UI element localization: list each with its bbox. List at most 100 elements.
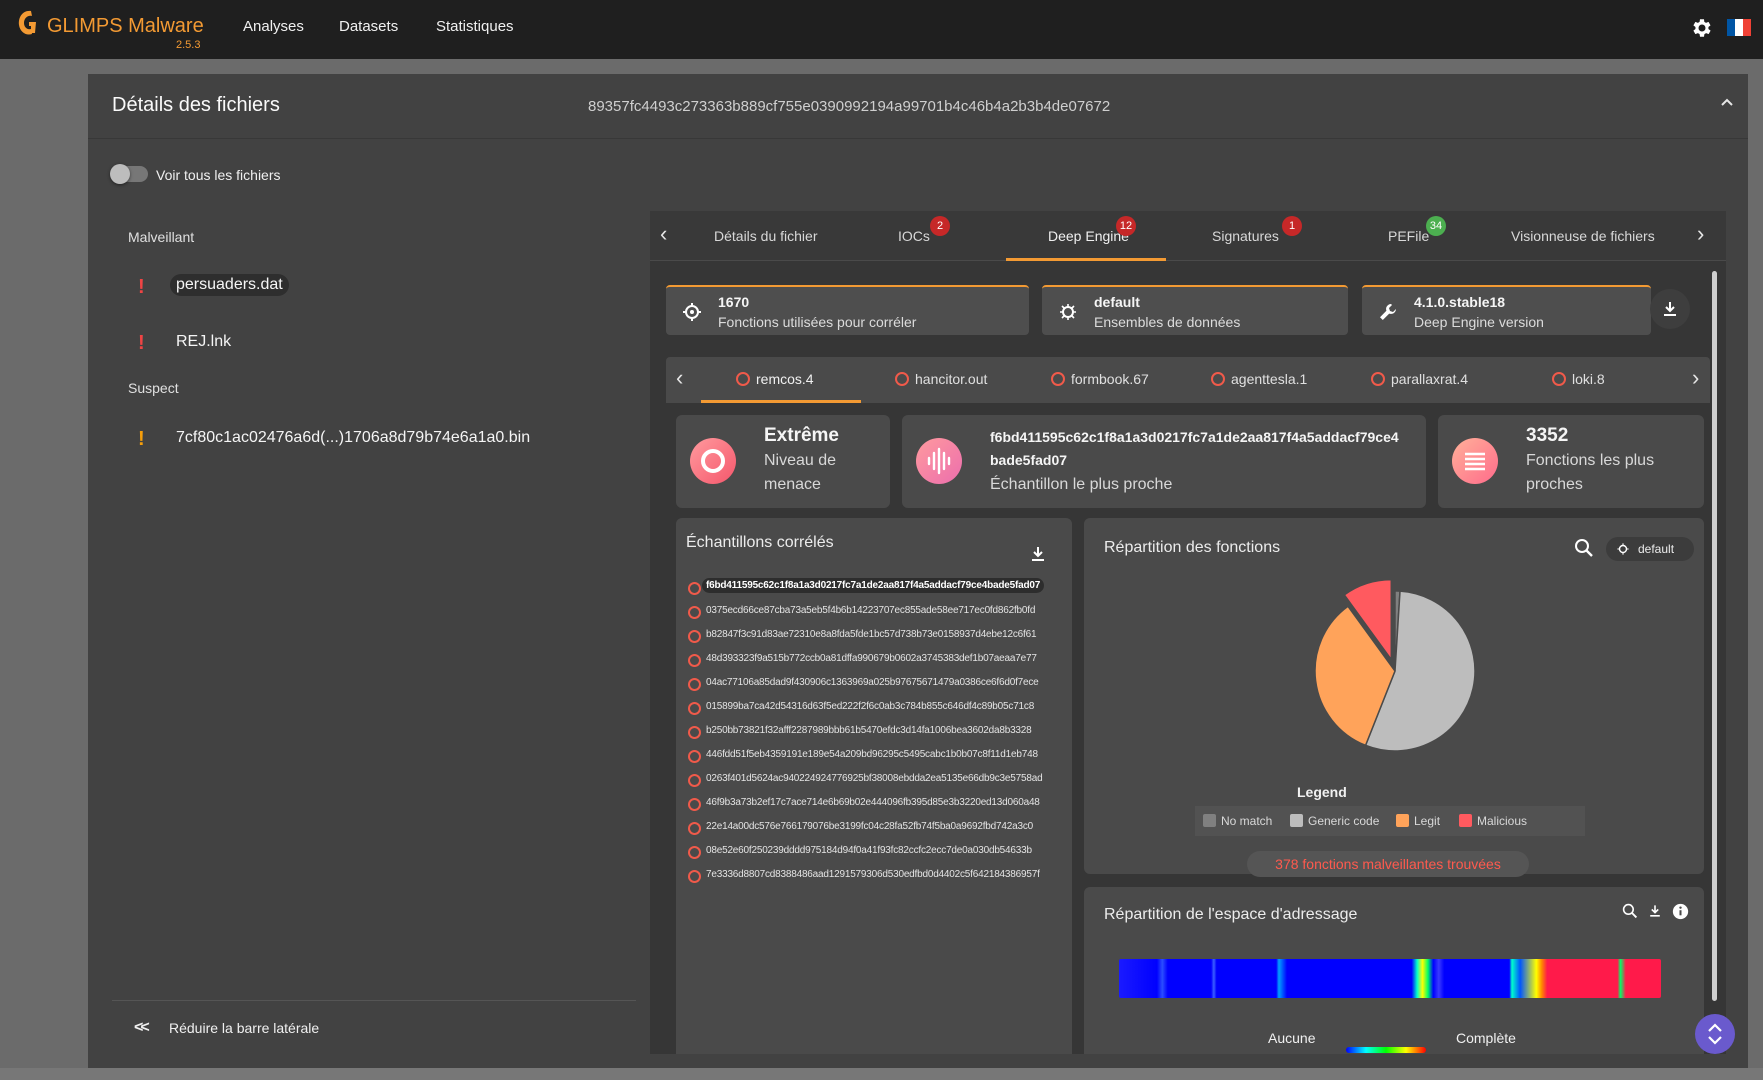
scale-label-none: Aucune [1268,1030,1316,1046]
download-report-button[interactable] [1650,289,1690,329]
page-background-strip [0,1068,1763,1080]
section-malicious-label: Malveillant [128,229,195,245]
family-tab[interactable]: formbook.67 [1051,371,1149,387]
family-prev-arrow-icon[interactable]: ‹ [676,365,683,391]
show-all-files-toggle[interactable] [110,164,148,184]
sample-hash: 0263f401d5624ac940224924776925bf38008ebd… [706,773,1043,784]
sample-hash: 46f9b3a73b2ef17c7ace714e6b69b02e444096fb… [706,797,1040,808]
correlated-sample-row[interactable]: b82847f3c91d83ae72310e8a8fda5fde1bc57d73… [686,625,1056,647]
family-label: loki.8 [1572,371,1605,387]
correlated-sample-row[interactable]: 22e14a00dc576e766179076be3199fc04c28fa52… [686,817,1056,839]
closest-functions-label-1: Fonctions les plus [1526,452,1655,469]
scroll-fab-button[interactable] [1695,1014,1735,1054]
correlated-sample-row[interactable]: f6bd411595c62c1f8a1a3d0217fc7a1de2aa817f… [686,577,1056,599]
tab-bar: ‹ Détails du fichier IOCs 2 Deep Engine … [650,211,1726,261]
dataset-icon [1060,304,1076,320]
sample-hash: 08e52e60f250239dddd975184d94f0a41f93fc82… [706,845,1032,856]
file-item[interactable]: ! persuaders.dat [128,274,528,302]
malicious-functions-chip[interactable]: 378 fonctions malveillantes trouvées [1247,851,1529,877]
sample-ring-icon [688,846,701,859]
legend-item-no-match[interactable]: No match [1203,814,1272,828]
info-icon[interactable] [1672,903,1689,920]
danger-icon: ! [138,276,145,298]
file-item[interactable]: ! REJ.lnk [128,330,528,358]
chevron-up-down-icon [1708,1023,1722,1045]
correlated-sample-row[interactable]: 0263f401d5624ac940224924776925bf38008ebd… [686,769,1056,791]
family-ring-icon [1371,372,1385,386]
closest-sample-hash-2[interactable]: bade5fad07 [990,452,1067,468]
tab-file-details[interactable]: Détails du fichier [714,228,818,244]
chevron-up-icon[interactable] [1718,94,1736,112]
address-space-heatmap[interactable] [1119,959,1661,998]
info-label: Fonctions utilisées pour corréler [718,314,917,330]
crosshair-icon [683,303,701,321]
sample-hash: b82847f3c91d83ae72310e8a8fda5fde1bc57d73… [706,629,1037,640]
family-tab[interactable]: loki.8 [1552,371,1605,387]
reduce-sidebar-button[interactable]: Réduire la barre latérale [169,1020,319,1036]
family-tab[interactable]: hancitor.out [895,371,987,387]
tab-iocs[interactable]: IOCs [898,228,930,244]
nav-analyses[interactable]: Analyses [243,18,304,35]
tabs-next-arrow-icon[interactable]: › [1697,221,1704,247]
danger-icon: ! [138,332,145,354]
tab-file-viewer[interactable]: Visionneuse de fichiers [1511,228,1655,244]
pefile-count-badge: 34 [1426,216,1446,236]
tab-signatures[interactable]: Signatures [1212,228,1279,244]
file-hash: 89357fc4493c273363b889cf755e0390992194a9… [588,98,1111,115]
download-icon[interactable] [1647,903,1663,919]
download-icon[interactable] [1028,544,1048,564]
family-label: remcos.4 [756,371,814,387]
scrollbar[interactable] [1712,271,1717,1001]
correlated-sample-row[interactable]: 48d393323f9a515b772ccb0a81dffa990679b060… [686,649,1056,671]
file-name: 7cf80c1ac02476a6d(...)1706a8d79b74e6a1a0… [176,429,531,446]
sample-ring-icon [688,822,701,835]
nav-datasets[interactable]: Datasets [339,18,398,35]
scale-label-complete: Complète [1456,1030,1516,1046]
sample-hash: 0375ecd66ce87cba73a5eb5f4b6b14223707ec85… [706,605,1036,616]
threat-target-icon [690,438,736,484]
correlated-sample-row[interactable]: 7e3336d8807cd8388486aad1291579306d530edf… [686,865,1056,887]
family-tab[interactable]: remcos.4 [736,371,814,387]
app-version: 2.5.3 [176,39,201,51]
correlated-sample-row[interactable]: 015899ba7ca42d54316d63f5ed222f2f6c0ab3c7… [686,697,1056,719]
search-icon[interactable] [1622,903,1638,919]
sample-hash: f6bd411595c62c1f8a1a3d0217fc7a1de2aa817f… [702,578,1045,593]
section-suspect-label: Suspect [128,380,179,396]
legend-item-malicious[interactable]: Malicious [1459,814,1527,828]
family-tab[interactable]: parallaxrat.4 [1371,371,1468,387]
gear-icon[interactable] [1689,16,1713,40]
closest-functions-value: 3352 [1526,425,1569,446]
double-chevron-left-icon[interactable]: << [134,1019,150,1037]
legend-title: Legend [1297,784,1347,800]
correlated-sample-row[interactable]: 0375ecd66ce87cba73a5eb5f4b6b14223707ec85… [686,601,1056,623]
family-next-arrow-icon[interactable]: › [1692,365,1699,391]
correlated-sample-row[interactable]: b250bb73821f32afff2287989bbb61b5470efdc3… [686,721,1056,743]
glimps-logo-icon[interactable] [16,8,38,38]
family-ring-icon [1552,372,1566,386]
legend-swatch [1459,814,1472,827]
family-tab[interactable]: agenttesla.1 [1211,371,1307,387]
app-name[interactable]: GLIMPS Malware [47,15,204,38]
legend-item-generic-code[interactable]: Generic code [1290,814,1379,828]
closest-sample-hash-1[interactable]: f6bd411595c62c1f8a1a3d0217fc7a1de2aa817f… [990,429,1399,445]
correlated-sample-row[interactable]: 04ac77106a85dad9f430906c1363969a025b9767… [686,673,1056,695]
family-tab-bar: ‹ remcos.4 hancitor.out formbook.67 agen… [666,357,1710,403]
info-label: Ensembles de données [1094,314,1241,330]
sample-hash: 04ac77106a85dad9f430906c1363969a025b9767… [706,677,1039,688]
file-name: persuaders.dat [170,274,289,296]
language-flag-icon[interactable] [1727,19,1751,36]
nav-statistiques[interactable]: Statistiques [436,18,514,35]
legend-item-legit[interactable]: Legit [1396,814,1440,828]
tab-pefile[interactable]: PEFile [1388,228,1429,244]
active-tab-indicator [1006,258,1166,261]
correlated-sample-row[interactable]: 46f9b3a73b2ef17c7ace714e6b69b02e444096fb… [686,793,1056,815]
top-app-bar: GLIMPS Malware 2.5.3 Analyses Datasets S… [0,0,1763,59]
tabs-prev-arrow-icon[interactable]: ‹ [660,221,667,247]
correlated-sample-row[interactable]: 08e52e60f250239dddd975184d94f0a41f93fc82… [686,841,1056,863]
legend-label: No match [1221,814,1273,828]
file-item[interactable]: ! 7cf80c1ac02476a6d(...)1706a8d79b74e6a1… [128,426,628,454]
correlated-sample-row[interactable]: 446fdd51f5eb4359191e189e54a209bd96295c54… [686,745,1056,767]
list-lines-icon [1465,452,1485,471]
legend-label: Generic code [1308,814,1380,828]
threat-level-value: Extrême [764,425,839,446]
